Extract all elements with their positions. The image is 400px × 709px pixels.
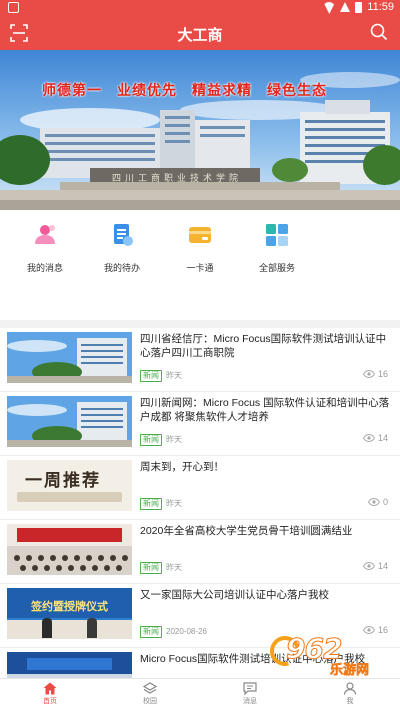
news-date: 昨天 [166, 563, 182, 572]
news-title: 2020年全省高校大学生党员骨干培训圆满结业 [140, 525, 353, 537]
layers-icon [143, 682, 157, 694]
view-count: 0 [367, 497, 388, 507]
todo-document-icon [114, 224, 133, 246]
news-tag: 新闻 [140, 498, 162, 510]
watermark-text: 乐游网 [330, 662, 370, 678]
news-date: 2020-08-26 [166, 627, 207, 636]
tab-label: 消息 [243, 698, 257, 705]
tab-campus[interactable]: 校园 [120, 682, 180, 706]
view-count-value: 14 [377, 561, 388, 571]
news-item[interactable]: 四川省经信厅：Micro Focus国际软件测试培训认证中心落户四川工商职院 新… [0, 328, 400, 392]
tab-label: 校园 [143, 698, 157, 705]
view-count-value: 16 [377, 369, 388, 379]
wifi-icon [323, 2, 335, 12]
page-title: 大工商 [177, 27, 223, 44]
quick-action-all-services[interactable]: 全部服务 [237, 222, 317, 274]
quick-action-my-messages[interactable]: 我的消息 [5, 222, 85, 274]
status-indicators: 11:59 [323, 1, 394, 13]
news-item[interactable]: 2020年全省高校大学生党员骨干培训圆满结业 新闻 昨天 14 [0, 520, 400, 584]
news-thumbnail: 一周推荐 [7, 460, 132, 511]
view-count: 14 [362, 561, 388, 571]
tab-home[interactable]: 首页 [20, 682, 80, 706]
news-date: 昨天 [166, 371, 182, 380]
view-count-value: 14 [377, 433, 388, 443]
news-tag: 新闻 [140, 562, 162, 574]
gate-sign-text: 四川工商职业技术学院 [112, 174, 243, 184]
thumbnail-text: 一周推荐 [25, 471, 101, 491]
quick-action-label: 我的消息 [26, 263, 63, 273]
card-icon [189, 227, 211, 243]
news-tag: 新闻 [140, 370, 162, 382]
view-count: 14 [362, 433, 388, 443]
signal-icon [340, 2, 351, 12]
quick-action-label: 我的待办 [103, 263, 140, 273]
news-title: 四川新闻网：Micro Focus 国际软件认证和培训中心落户成都 将聚焦软件人… [140, 397, 390, 423]
eye-icon [367, 498, 380, 506]
site-watermark: 962 乐游网 [264, 630, 395, 678]
bottom-navigation: 首页 校园 消息 我 [0, 678, 400, 709]
quick-action-my-todo[interactable]: 我的待办 [82, 222, 162, 274]
tab-messages[interactable]: 消息 [220, 682, 280, 706]
news-thumbnail [7, 652, 132, 678]
quick-actions: 我的消息 我的待办 一卡通 全部服务 [0, 210, 400, 320]
news-tag: 新闻 [140, 626, 162, 638]
eye-icon [362, 562, 375, 570]
view-count: 16 [362, 369, 388, 379]
news-tag: 新闻 [140, 434, 162, 446]
news-date: 昨天 [166, 435, 182, 444]
battery-icon [355, 1, 363, 13]
tab-label: 我 [346, 698, 354, 705]
home-icon [43, 682, 57, 695]
quick-action-card[interactable]: 一卡通 [160, 222, 240, 274]
news-thumbnail [7, 396, 132, 447]
clock: 11:59 [367, 1, 394, 13]
app-header: 大工商 [0, 16, 400, 50]
quick-action-label: 一卡通 [186, 263, 214, 273]
app-notification-icon [8, 2, 19, 13]
news-list: 四川省经信厅：Micro Focus国际软件测试培训认证中心落户四川工商职院 新… [0, 328, 400, 678]
campus-banner[interactable]: 师德第一 业绩优先 精益求精 绿色生态 四川工商职业技术学院 [0, 50, 400, 210]
person-message-icon [35, 225, 55, 244]
user-icon [343, 682, 357, 695]
news-thumbnail [7, 332, 132, 383]
news-thumbnail [7, 524, 132, 575]
section-divider [0, 320, 400, 328]
view-count-value: 0 [382, 497, 388, 507]
thumbnail-text: 签约暨授牌仪式 [31, 601, 108, 613]
news-title: 四川省经信厅：Micro Focus国际软件测试培训认证中心落户四川工商职院 [140, 333, 387, 359]
status-bar: 11:59 [0, 0, 400, 16]
tab-label: 首页 [43, 698, 57, 705]
search-icon[interactable] [370, 23, 388, 41]
news-date: 昨天 [166, 499, 182, 508]
tab-me[interactable]: 我 [320, 682, 380, 706]
chat-icon [243, 682, 257, 695]
news-item[interactable]: 一周推荐 周末到，开心到！ 新闻 昨天 0 [0, 456, 400, 520]
campus-photo [0, 50, 400, 210]
eye-icon [362, 370, 375, 378]
news-title: 又一家国际大公司培训认证中心落户我校 [140, 589, 329, 601]
quick-action-label: 全部服务 [258, 263, 295, 273]
eye-icon [362, 434, 375, 442]
banner-slogan: 师德第一 业绩优先 精益求精 绿色生态 [42, 83, 327, 99]
news-item[interactable]: 四川新闻网：Micro Focus 国际软件认证和培训中心落户成都 将聚焦软件人… [0, 392, 400, 456]
news-thumbnail: 签约暨授牌仪式 [7, 588, 132, 639]
news-title: 周末到，开心到！ [140, 461, 224, 473]
grid-services-icon [266, 224, 288, 246]
